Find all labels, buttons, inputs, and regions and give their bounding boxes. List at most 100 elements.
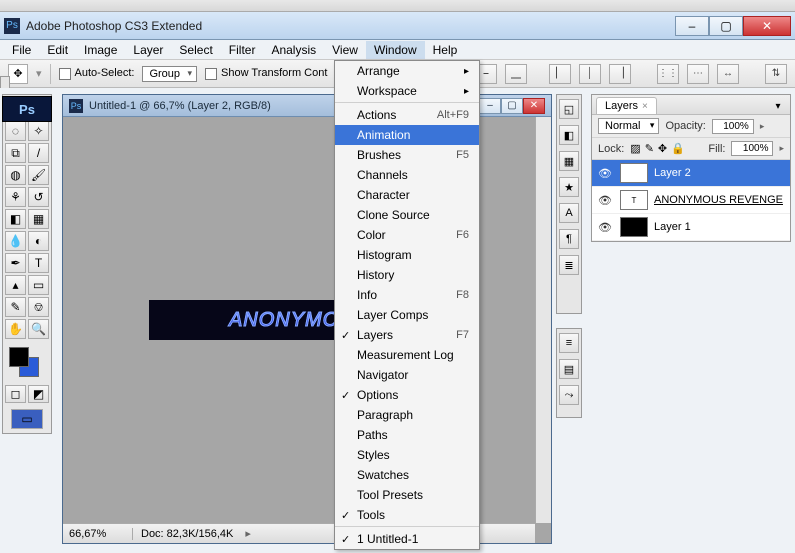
menuitem-workspace[interactable]: Workspace▸ <box>335 81 479 103</box>
hand-tool[interactable]: ✋ <box>5 319 26 339</box>
menuitem-tools[interactable]: ✓Tools <box>335 505 479 527</box>
distribute-spacing-icon[interactable]: ↔ <box>717 64 739 84</box>
zoom-field[interactable]: 66,67% <box>63 528 133 540</box>
menuitem-navigator[interactable]: Navigator <box>335 365 479 385</box>
gradient-tool[interactable]: ▦ <box>28 209 49 229</box>
close-button[interactable]: ✕ <box>743 16 791 36</box>
menuitem-styles[interactable]: Styles <box>335 445 479 465</box>
arrange-icon[interactable]: ⇅ <box>765 64 787 84</box>
dodge-tool[interactable]: ◐ <box>28 231 49 251</box>
menuitem-color[interactable]: ColorF6 <box>335 225 479 245</box>
character-icon[interactable]: A <box>559 203 579 223</box>
menu-help[interactable]: Help <box>425 41 466 59</box>
layers-icon[interactable]: ≡ <box>559 333 579 353</box>
channels-icon[interactable]: ▤ <box>559 359 579 379</box>
layer-row[interactable]: 👁TANONYMOUS REVENGE <box>592 187 790 214</box>
menuitem-actions[interactable]: ActionsAlt+F9 <box>335 105 479 125</box>
menuitem-1-untitled-1[interactable]: ✓1 Untitled-1 <box>335 529 479 549</box>
move-tool-icon[interactable]: ✥ <box>8 64 28 84</box>
menu-select[interactable]: Select <box>171 41 220 59</box>
minimize-button[interactable]: – <box>675 16 709 36</box>
maximize-button[interactable]: ▢ <box>709 16 743 36</box>
show-transform-checkbox[interactable]: Show Transform Cont <box>205 67 327 79</box>
menu-analysis[interactable]: Analysis <box>263 41 324 59</box>
auto-select-checkbox[interactable]: Auto-Select: <box>59 67 135 79</box>
visibility-icon[interactable]: 👁 <box>596 167 614 180</box>
align-left-icon[interactable]: ▏ <box>549 64 571 84</box>
paths-icon[interactable]: ⤳ <box>559 385 579 405</box>
app-tab-icon[interactable]: Ps <box>2 96 52 122</box>
quickmask-mode-icon[interactable]: ◩ <box>28 385 49 403</box>
blend-mode-dropdown[interactable]: Normal <box>598 118 659 134</box>
align-hcenter-icon[interactable]: │ <box>579 64 601 84</box>
visibility-icon[interactable]: 👁 <box>596 194 614 207</box>
menuitem-swatches[interactable]: Swatches <box>335 465 479 485</box>
crop-tool[interactable]: ⧉ <box>5 143 26 163</box>
screen-mode-button[interactable]: ▭ <box>11 409 43 429</box>
align-bottom-icon[interactable]: ⎽ <box>505 64 527 84</box>
layer-name[interactable]: ANONYMOUS REVENGE <box>654 194 786 206</box>
auto-select-dropdown[interactable]: Group <box>142 66 197 82</box>
lock-pixels-icon[interactable]: ✎ <box>645 142 654 155</box>
menuitem-paragraph[interactable]: Paragraph <box>335 405 479 425</box>
lasso-tool[interactable]: ◌ <box>5 121 26 141</box>
layer-row[interactable]: 👁 Layer 1 <box>592 214 790 241</box>
slice-tool[interactable]: / <box>28 143 49 163</box>
menuitem-clone-source[interactable]: Clone Source <box>335 205 479 225</box>
visibility-icon[interactable]: 👁 <box>596 221 614 234</box>
rectangle-tool[interactable]: ▭ <box>28 275 49 295</box>
opacity-field[interactable]: 100% <box>712 119 754 134</box>
paragraph-icon[interactable]: ¶ <box>559 229 579 249</box>
quick-select-tool[interactable]: ✧ <box>28 121 49 141</box>
swatches-icon[interactable]: ▦ <box>559 151 579 171</box>
distribute-v-icon[interactable]: ⋯ <box>687 64 709 84</box>
menuitem-tool-presets[interactable]: Tool Presets <box>335 485 479 505</box>
menu-image[interactable]: Image <box>76 41 125 59</box>
menuitem-info[interactable]: InfoF8 <box>335 285 479 305</box>
doc-close-button[interactable]: ✕ <box>523 98 545 114</box>
menu-edit[interactable]: Edit <box>39 41 76 59</box>
blur-tool[interactable]: 💧 <box>5 231 26 251</box>
lock-position-icon[interactable]: ✥ <box>658 142 667 155</box>
menuitem-brushes[interactable]: BrushesF5 <box>335 145 479 165</box>
layer-name[interactable]: Layer 1 <box>654 221 786 233</box>
lock-all-icon[interactable]: 🔒 <box>671 142 685 155</box>
color-swatches[interactable] <box>5 345 49 381</box>
menuitem-history[interactable]: History <box>335 265 479 285</box>
panel-menu-icon[interactable]: ▾ <box>770 98 786 114</box>
align-right-icon[interactable]: ▕ <box>609 64 631 84</box>
path-select-tool[interactable]: ▴ <box>5 275 26 295</box>
menuitem-layer-comps[interactable]: Layer Comps <box>335 305 479 325</box>
menuitem-measurement-log[interactable]: Measurement Log <box>335 345 479 365</box>
fill-field[interactable]: 100% <box>731 141 773 156</box>
menuitem-arrange[interactable]: Arrange▸ <box>335 61 479 81</box>
menu-window[interactable]: Window <box>366 41 425 59</box>
lock-transparency-icon[interactable]: ▨ <box>630 142 640 155</box>
color-icon[interactable]: ◧ <box>559 125 579 145</box>
brush-tool[interactable]: 🖌 <box>28 165 49 185</box>
menu-layer[interactable]: Layer <box>125 41 171 59</box>
menu-view[interactable]: View <box>324 41 366 59</box>
menuitem-options[interactable]: ✓Options <box>335 385 479 405</box>
doc-maximize-button[interactable]: ▢ <box>501 98 523 114</box>
layer-comps-icon[interactable]: ≣ <box>559 255 579 275</box>
menuitem-channels[interactable]: Channels <box>335 165 479 185</box>
foreground-color-swatch[interactable] <box>9 347 29 367</box>
layers-tab[interactable]: Layers× <box>596 97 657 114</box>
pen-tool[interactable]: ✒ <box>5 253 26 273</box>
styles-icon[interactable]: ★ <box>559 177 579 197</box>
navigator-icon[interactable]: ◱ <box>559 99 579 119</box>
type-tool[interactable]: T <box>28 253 49 273</box>
menu-filter[interactable]: Filter <box>221 41 264 59</box>
eyedropper-tool[interactable]: ⎊ <box>28 297 49 317</box>
layer-name[interactable]: Layer 2 <box>654 167 786 179</box>
eraser-tool[interactable]: ◧ <box>5 209 26 229</box>
doc-minimize-button[interactable]: – <box>479 98 501 114</box>
notes-tool[interactable]: ✎ <box>5 297 26 317</box>
spot-heal-tool[interactable]: ◍ <box>5 165 26 185</box>
menuitem-paths[interactable]: Paths <box>335 425 479 445</box>
stamp-tool[interactable]: ⚘ <box>5 187 26 207</box>
menuitem-character[interactable]: Character <box>335 185 479 205</box>
distribute-h-icon[interactable]: ⋮⋮ <box>657 64 679 84</box>
tab-close-icon[interactable]: × <box>642 101 648 112</box>
